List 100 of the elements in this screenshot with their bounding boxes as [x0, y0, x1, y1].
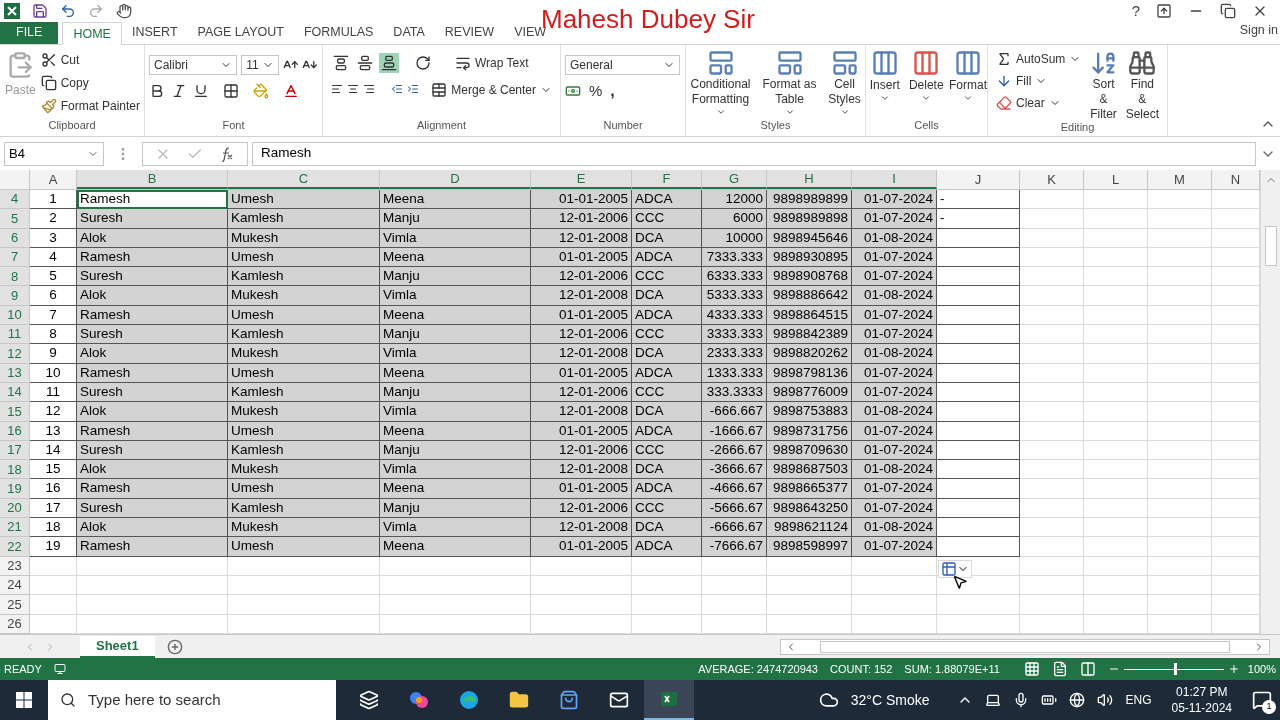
taskbar-search-field[interactable]: Type here to search — [48, 680, 336, 720]
row-header[interactable]: 10 — [0, 305, 30, 326]
column-header[interactable]: F — [632, 170, 702, 189]
vertical-align-button[interactable] — [379, 53, 399, 73]
column-header[interactable]: I — [852, 170, 937, 189]
macro-record-icon[interactable] — [53, 663, 66, 675]
row-header[interactable]: 12 — [0, 344, 30, 364]
zoom-slider-thumb[interactable] — [1173, 663, 1177, 675]
sign-in-link[interactable]: Sign in — [1239, 21, 1278, 40]
bold-icon[interactable] — [149, 83, 165, 99]
formula-field[interactable]: Ramesh — [252, 141, 1256, 166]
scrollbar-thumb[interactable] — [1264, 226, 1277, 266]
row-header[interactable]: 15 — [0, 402, 30, 422]
scrollbar-thumb[interactable] — [820, 640, 1230, 653]
vertical-align-button[interactable] — [355, 53, 375, 73]
save-icon[interactable] — [32, 3, 48, 19]
undo-icon[interactable] — [60, 3, 76, 19]
row-header[interactable]: 5 — [0, 209, 30, 229]
cells-button[interactable]: Delete — [907, 49, 945, 120]
row-header[interactable]: 22 — [0, 537, 30, 557]
row-header[interactable]: 4 — [0, 190, 30, 210]
zoom-slider[interactable] — [1123, 663, 1224, 675]
percent-button[interactable]: % — [589, 83, 603, 99]
notifications-icon[interactable] — [1252, 690, 1272, 710]
new-sheet-icon[interactable] — [166, 638, 183, 655]
sort-filter-button[interactable]: Sort & Filter — [1089, 49, 1118, 122]
zoom-in-icon[interactable] — [1227, 663, 1240, 675]
row-header[interactable]: 17 — [0, 440, 30, 461]
underline-icon[interactable] — [193, 83, 209, 99]
column-header[interactable]: E — [531, 170, 632, 189]
row-header[interactable]: 11 — [0, 325, 30, 345]
volume-icon[interactable] — [1097, 692, 1114, 708]
ribbon-tab[interactable]: DATA — [383, 21, 435, 44]
restore-icon[interactable] — [1220, 3, 1236, 19]
ribbon-tab[interactable]: INSERT — [121, 21, 188, 44]
row-header[interactable]: 20 — [0, 498, 30, 519]
ribbon-tab[interactable]: REVIEW — [434, 21, 505, 44]
copy-button[interactable]: Copy — [40, 72, 140, 93]
format-painter-button[interactable]: Format Painter — [40, 95, 140, 116]
font-name-field[interactable]: Calibri — [149, 55, 238, 75]
column-header[interactable]: H — [767, 170, 852, 189]
ribbon-tab[interactable]: PAGE LAYOUT — [187, 21, 294, 44]
row-header[interactable]: 26 — [0, 614, 30, 634]
column-header[interactable]: D — [380, 170, 531, 189]
fill-color-icon[interactable] — [253, 83, 269, 99]
start-icon[interactable] — [16, 692, 32, 708]
ribbon-tab[interactable]: FILE — [0, 21, 59, 44]
clock-time[interactable]: 01:27 PM — [1176, 684, 1228, 700]
ribbon-display-icon[interactable] — [1156, 3, 1172, 19]
autosum-button[interactable]: AutoSum — [996, 49, 1082, 69]
italic-icon[interactable] — [171, 83, 187, 99]
column-header[interactable]: G — [702, 170, 767, 189]
ribbon-tab[interactable]: FORMULAS — [293, 21, 384, 44]
row-header[interactable]: 16 — [0, 421, 30, 441]
weather-icon[interactable] — [818, 690, 839, 710]
cut-button[interactable]: Cut — [40, 49, 140, 70]
network-icon[interactable] — [1069, 692, 1086, 708]
row-header[interactable]: 14 — [0, 382, 30, 403]
currency-icon[interactable] — [565, 83, 581, 99]
row-header[interactable]: 9 — [0, 286, 30, 306]
vertical-align-button[interactable] — [331, 53, 351, 73]
font-size-field[interactable]: 11 — [241, 55, 279, 75]
column-header[interactable]: L — [1084, 170, 1148, 189]
row-header[interactable]: 24 — [0, 575, 30, 596]
weather-text[interactable]: 32°C Smoke — [850, 689, 930, 711]
touch-mode-icon[interactable] — [116, 3, 132, 19]
comma-button[interactable]: , — [610, 83, 615, 99]
zoom-level[interactable]: 100% — [1247, 660, 1276, 678]
row-header[interactable]: 13 — [0, 363, 30, 383]
merge-center-button[interactable]: Merge & Center — [431, 81, 552, 99]
find-select-button[interactable]: Find & Select — [1125, 49, 1159, 122]
row-header[interactable]: 7 — [0, 247, 30, 268]
row-header[interactable]: 18 — [0, 460, 30, 480]
battery-icon[interactable] — [1041, 692, 1058, 708]
language-indicator[interactable]: ENG — [1125, 691, 1152, 709]
normal-view-icon[interactable] — [1023, 661, 1040, 677]
row-header[interactable]: 6 — [0, 228, 30, 248]
orientation-icon[interactable] — [415, 55, 431, 71]
cells-button[interactable]: Insert — [866, 49, 904, 120]
style-button[interactable]: Conditional Formatting — [686, 49, 755, 120]
font-color-icon[interactable] — [283, 83, 299, 99]
number-format-field[interactable]: General — [565, 55, 680, 75]
device-icon[interactable] — [985, 692, 1002, 708]
row-header[interactable]: 21 — [0, 518, 30, 538]
cells-button[interactable]: Format — [949, 49, 987, 120]
name-box[interactable]: B4 — [4, 141, 104, 166]
style-button[interactable]: Format as Table — [758, 49, 821, 120]
column-header[interactable]: J — [937, 170, 1020, 189]
row-header[interactable]: 25 — [0, 595, 30, 615]
borders-icon[interactable] — [223, 83, 239, 99]
style-button[interactable]: Cell Styles — [824, 49, 865, 120]
column-header[interactable]: K — [1020, 170, 1084, 189]
help-button[interactable]: ? — [1131, 0, 1140, 23]
horizontal-scrollbar[interactable] — [780, 638, 1270, 655]
clock-date[interactable]: 05-11-2024 — [1171, 700, 1232, 716]
ribbon-tab[interactable]: HOME — [62, 22, 122, 45]
fill-button[interactable]: Fill — [996, 71, 1082, 91]
page-layout-icon[interactable] — [1051, 661, 1068, 677]
column-header[interactable]: B — [77, 170, 228, 189]
paste-options-button[interactable] — [938, 560, 972, 578]
